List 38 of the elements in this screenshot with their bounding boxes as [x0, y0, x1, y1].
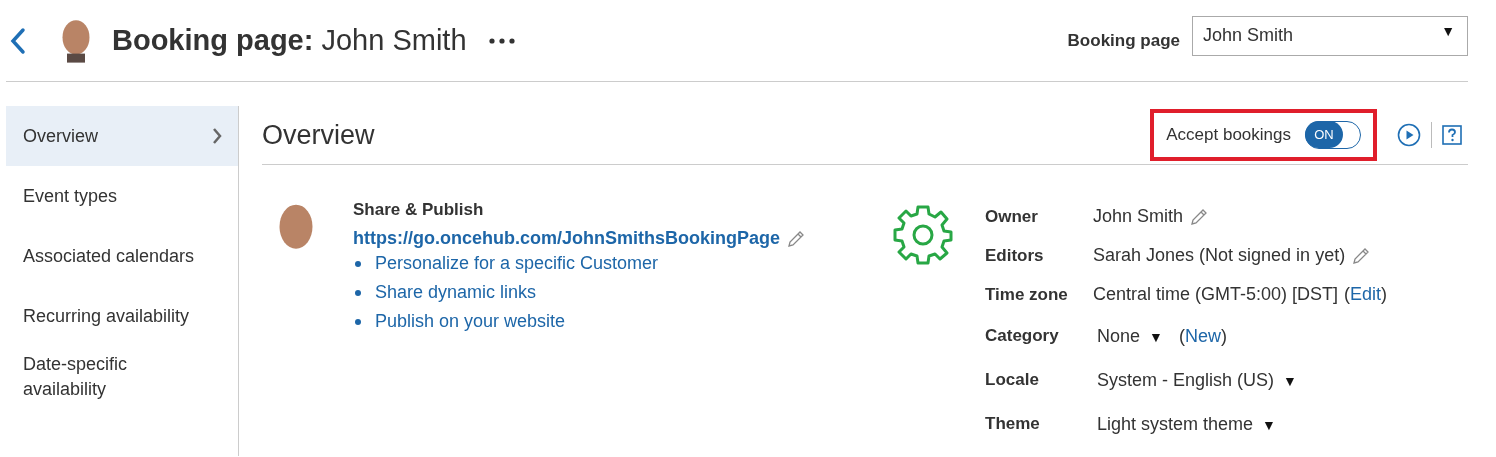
help-icon[interactable]	[1442, 125, 1462, 145]
detail-label: Owner	[985, 206, 1039, 227]
detail-value: Central time (GMT-5:00) [DST]	[1093, 284, 1339, 305]
booking-page-dropdown[interactable]: John Smith ▼	[1192, 15, 1468, 56]
play-icon[interactable]	[1397, 123, 1421, 147]
detail-label: Time zone	[985, 284, 1069, 305]
detail-label: Locale	[985, 370, 1040, 390]
detail-label: Category	[985, 326, 1060, 346]
detail-label: Theme	[985, 414, 1041, 434]
detail-dropdown[interactable]: System - English (US) ▼	[1097, 369, 1297, 391]
share-option-link[interactable]: Personalize for a specific Customer	[375, 253, 659, 274]
sidebar-item[interactable]: Event types	[6, 166, 238, 226]
more-options-icon[interactable]	[488, 37, 515, 44]
detail-link[interactable]: (Edit)	[1344, 284, 1388, 305]
page-title: Booking page: John Smith	[112, 24, 467, 57]
sidebar-item[interactable]: Date-specific availability	[6, 346, 238, 408]
sidebar-item[interactable]: Associated calendars	[6, 226, 238, 286]
booking-page-label: Booking page	[1067, 30, 1180, 51]
detail-dropdown[interactable]: None ▼	[1097, 325, 1163, 347]
detail-dropdown[interactable]: Light system theme ▼	[1097, 413, 1276, 435]
accept-bookings-label: Accept bookings	[1166, 125, 1291, 145]
section-title: Overview	[262, 119, 375, 151]
bullet-icon	[355, 260, 361, 267]
chevron-icon	[212, 127, 222, 145]
sidebar-item[interactable]: Overview	[6, 106, 238, 166]
share-option-link[interactable]: Publish on your website	[375, 311, 566, 332]
detail-label: Editors	[985, 245, 1045, 266]
share-heading: Share & Publish	[353, 199, 485, 221]
detail-value: John Smith	[1093, 206, 1184, 227]
bullet-icon	[355, 289, 361, 296]
back-icon[interactable]	[10, 26, 26, 55]
share-option-link[interactable]: Share dynamic links	[375, 282, 537, 303]
sidebar-item[interactable]: Recurring availability	[6, 286, 238, 346]
detail-link[interactable]: (New)	[1178, 325, 1227, 347]
booking-url-link[interactable]: https://go.oncehub.com/JohnSmithsBookingPage	[353, 228, 780, 249]
settings-icon	[891, 203, 955, 267]
detail-value: Sarah Jones (Not signed in yet)	[1093, 245, 1346, 266]
bullet-icon	[355, 318, 361, 325]
